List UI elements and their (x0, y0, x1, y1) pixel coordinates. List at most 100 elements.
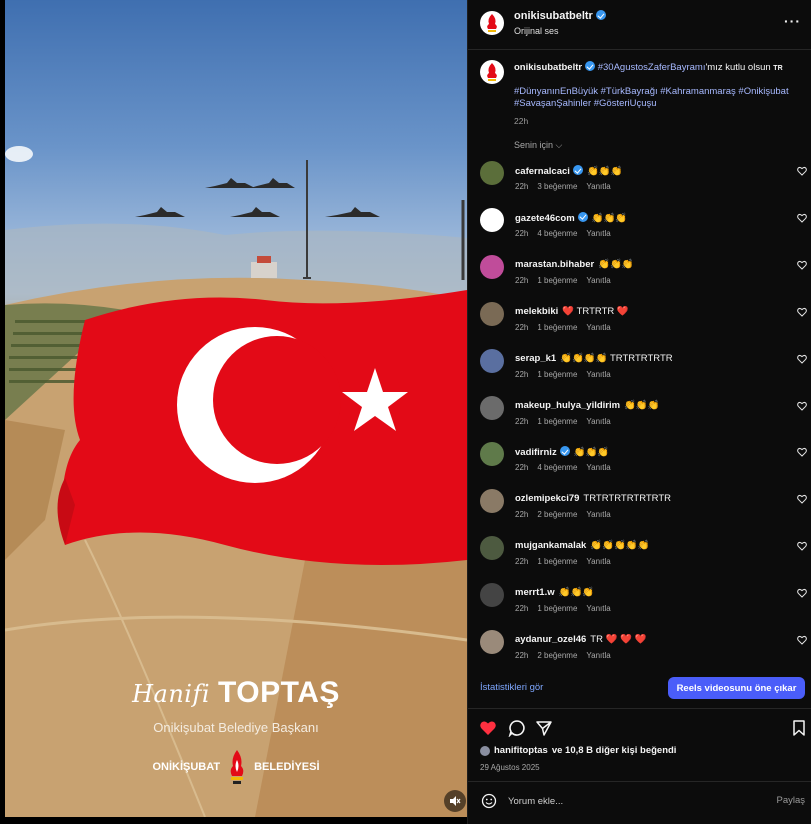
reel-video[interactable]: Hanifi TOPTAŞ Onikişubat Belediye Başkanı… (5, 0, 467, 817)
post-header: onikisubatbeltr Orijinal ses ··· (468, 0, 811, 50)
comment-like-count[interactable]: 1 beğenme (537, 276, 577, 285)
comment-text: 👏👏👏 (558, 587, 595, 599)
comment-reply-button[interactable]: Yanıtla (586, 370, 610, 379)
comment-username[interactable]: mujgankamalak (515, 540, 586, 551)
comment-username[interactable]: aydanur_ozel46 (515, 634, 586, 645)
comment-username[interactable]: makeup_hulya_yildirim (515, 400, 620, 411)
comment-like-heart-icon[interactable] (797, 260, 807, 270)
liked-by-rest[interactable]: ve 10,8 B diğer kişi beğendi (552, 745, 677, 756)
more-icon[interactable]: ··· (784, 13, 801, 29)
post-comment-button[interactable]: Paylaş (776, 795, 805, 806)
comment-like-heart-icon[interactable] (797, 354, 807, 364)
caption-hashtags-line1[interactable]: #DünyanınEnBüyük #TürkBayrağı #Kahramanm… (514, 86, 804, 98)
comment-avatar[interactable] (480, 536, 504, 561)
comment-item: merrt1.w 👏👏👏 22h 1 beğenme Yanıtla (468, 582, 811, 628)
comment-sort-label[interactable]: Senin için (514, 140, 553, 150)
comment-like-count[interactable]: 3 beğenme (537, 182, 577, 191)
share-icon[interactable] (535, 719, 553, 737)
account-avatar[interactable] (480, 11, 504, 35)
comment-meta: 22h 2 beğenme Yanıtla (515, 651, 620, 660)
municipality-name-left: ONİKİŞUBAT (152, 761, 221, 773)
comment-like-count[interactable]: 4 beğenme (537, 229, 577, 238)
comment-like-count[interactable]: 2 beğenme (537, 510, 577, 519)
comment-item: cafernalcaci 👏👏👏 22h 3 beğenme Yanıtla (468, 160, 811, 206)
comment-reply-button[interactable]: Yanıtla (586, 604, 610, 613)
liked-by-summary[interactable]: hanifitoptas ve 10,8 B diğer kişi beğend… (480, 745, 676, 756)
comment-avatar[interactable] (480, 489, 504, 514)
comment-avatar[interactable] (480, 207, 504, 232)
comment-like-heart-icon[interactable] (797, 401, 807, 411)
comment-reply-button[interactable]: Yanıtla (586, 276, 610, 285)
comment-like-heart-icon[interactable] (797, 588, 807, 598)
caption-hashtags-line2[interactable]: #SavaşanŞahinler #GösteriUçuşu (514, 98, 804, 110)
comment-username[interactable]: serap_k1 (515, 353, 556, 364)
save-bookmark-icon[interactable] (790, 719, 808, 737)
comment-like-heart-icon[interactable] (797, 213, 807, 223)
comment-text: TR ❤️ ❤️ ❤️ (590, 634, 647, 645)
comment-like-count[interactable]: 4 beğenme (537, 463, 577, 472)
comment-avatar[interactable] (480, 395, 504, 420)
comment-time: 22h (515, 557, 529, 567)
emoji-icon[interactable] (481, 793, 497, 809)
comment-avatar[interactable] (480, 301, 504, 326)
comment-like-count[interactable]: 2 beğenme (537, 651, 577, 660)
caption-avatar[interactable] (480, 60, 504, 84)
comment-username[interactable]: ozlemipekci79 (515, 493, 579, 504)
verified-badge-icon (572, 165, 583, 175)
comment-time: 22h (515, 463, 529, 473)
comment-text: TRTRTRTRTRTRTR (583, 493, 672, 505)
comment-meta: 22h 4 beğenme Yanıtla (515, 229, 620, 238)
comment-reply-button[interactable]: Yanıtla (586, 323, 610, 332)
comment-avatar[interactable] (480, 630, 504, 654)
comment-username[interactable]: gazete46com (515, 213, 575, 224)
comment-input[interactable] (508, 792, 738, 810)
mute-button[interactable] (444, 790, 466, 812)
comment-like-heart-icon[interactable] (797, 307, 807, 317)
comment-reply-button[interactable]: Yanıtla (586, 651, 610, 660)
view-insights-link[interactable]: İstatistikleri gör (480, 682, 543, 693)
boost-reel-button[interactable]: Reels videosunu öne çıkar (668, 677, 805, 699)
original-audio-link[interactable]: Orijinal ses (514, 26, 559, 36)
comment-like-heart-icon[interactable] (797, 166, 807, 176)
caption-username[interactable]: onikisubatbeltr (514, 62, 582, 73)
comment-time: 22h (515, 604, 529, 614)
comment-username[interactable]: marastan.bihaber (515, 259, 594, 270)
header-username-text[interactable]: onikisubatbeltr (514, 10, 593, 22)
comment-like-heart-icon[interactable] (797, 494, 807, 505)
comment-line: marastan.bihaber 👏👏👏 (515, 259, 634, 270)
comment-reply-button[interactable]: Yanıtla (586, 229, 610, 238)
brand-bold-name: TOPTAŞ (218, 676, 340, 709)
comment-sort-dropdown[interactable]: Senin için ⌵ (514, 140, 562, 151)
comment-like-count[interactable]: 1 beğenme (537, 604, 577, 613)
comment-avatar[interactable] (480, 583, 504, 608)
video-brand-title: Onikişubat Belediye Başkanı (153, 720, 319, 735)
comment-avatar[interactable] (480, 348, 504, 373)
comment-username[interactable]: melekbiki (515, 306, 558, 317)
comment-reply-button[interactable]: Yanıtla (586, 463, 610, 472)
comment-like-heart-icon[interactable] (797, 447, 807, 458)
comment-like-heart-icon[interactable] (797, 635, 807, 645)
comment-time: 22h (515, 322, 529, 332)
comment-line: aydanur_ozel46 TR ❤️ ❤️ ❤️ (515, 634, 646, 645)
comment-like-count[interactable]: 1 beğenme (537, 417, 577, 426)
comment-username[interactable]: merrt1.w (515, 587, 555, 598)
comment-icon[interactable] (508, 719, 526, 737)
caption-hashtag[interactable]: #30AgustosZaferBayramı (598, 62, 706, 73)
like-heart-icon[interactable] (479, 719, 497, 737)
header-username[interactable]: onikisubatbeltr (514, 10, 606, 22)
comment-reply-button[interactable]: Yanıtla (586, 417, 610, 426)
comment-like-count[interactable]: 1 beğenme (537, 323, 577, 332)
comment-reply-button[interactable]: Yanıtla (586, 557, 610, 566)
comment-avatar[interactable] (480, 161, 504, 185)
comment-reply-button[interactable]: Yanıtla (586, 510, 610, 519)
liked-by-user[interactable]: hanifitoptas (494, 745, 548, 756)
comment-like-heart-icon[interactable] (797, 541, 807, 551)
comment-avatar[interactable] (480, 254, 504, 279)
comment-username[interactable]: cafernalcaci (515, 166, 570, 177)
comment-line: serap_k1 👏👏👏👏 TRTRTRTRTR (515, 353, 673, 364)
comment-reply-button[interactable]: Yanıtla (586, 182, 610, 191)
comment-username[interactable]: vadifirniz (515, 447, 557, 458)
comment-avatar[interactable] (480, 442, 504, 467)
comment-like-count[interactable]: 1 beğenme (537, 557, 577, 566)
comment-like-count[interactable]: 1 beğenme (537, 370, 577, 379)
